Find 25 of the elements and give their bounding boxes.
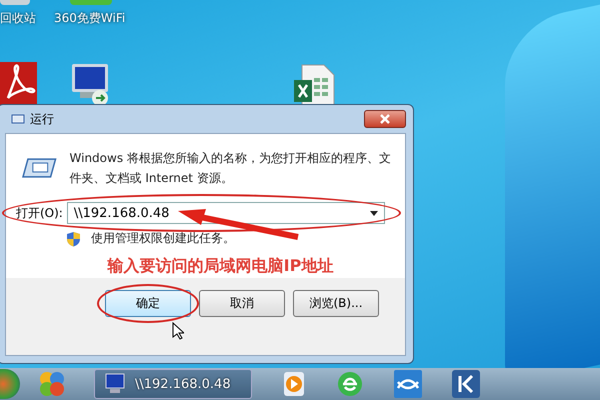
dropdown-caret-icon[interactable] (370, 210, 378, 216)
start-button[interactable] (0, 369, 20, 399)
taskbar-task-button[interactable]: \\192.168.0.48 (94, 369, 252, 399)
description-text: Windows 将根据您所输入的名称，为您打开相应的程序、文件夹、文档或 Internet 资源。 (70, 150, 392, 187)
pdf-app-icon[interactable] (0, 62, 37, 106)
dialog-button[interactable]: 确定 (105, 290, 191, 317)
mouse-pointer-icon (172, 322, 184, 340)
browser-icon[interactable] (336, 370, 364, 398)
close-button[interactable] (364, 110, 406, 128)
open-combo-box[interactable]: \\192.168.0.48 (66, 202, 385, 224)
admin-note: 使用管理权限创建此任务。 (91, 230, 235, 247)
close-icon (379, 114, 391, 124)
dialog-button[interactable]: 浏览(B)... (293, 290, 379, 317)
app-icon[interactable] (394, 370, 422, 398)
run-program-icon (22, 156, 58, 180)
monitor-icon (103, 373, 127, 395)
window-title: 运行 (30, 110, 54, 128)
shield-icon (66, 230, 81, 246)
annotation-text: 输入要访问的局域网电脑IP地址 (6, 253, 405, 278)
run-icon (11, 114, 25, 124)
colored-circles-icon[interactable] (38, 370, 66, 398)
open-label: 打开(O): (16, 204, 63, 222)
app-icon[interactable] (452, 370, 480, 398)
dialog-button[interactable]: 取消 (199, 290, 285, 317)
media-player-icon[interactable] (282, 371, 306, 397)
